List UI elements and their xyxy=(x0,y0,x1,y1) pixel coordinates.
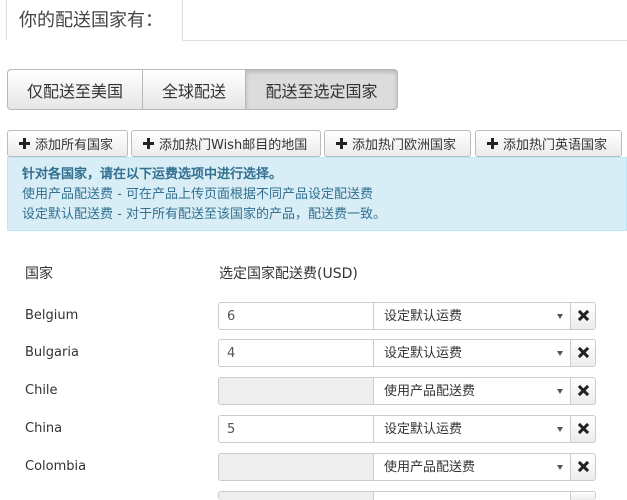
add-popular-english-label: 添加热门英语国家 xyxy=(503,138,608,153)
shipping-info-alert: 针对各国家，请在以下运费选项中进行选择。 使用产品配送费 - 可在产品上传页面根… xyxy=(7,157,627,231)
shipping-fee-input[interactable] xyxy=(218,415,374,443)
fee-option-value: 使用产品配送费 xyxy=(384,384,476,399)
x-icon xyxy=(578,461,589,472)
fee-option-select[interactable]: 设定默认运费 xyxy=(373,339,571,367)
mode-worldwide-button[interactable]: 全球配送 xyxy=(142,69,246,110)
remove-country-button[interactable] xyxy=(570,339,596,367)
info-line-default-fee: 设定默认配送费 - 对于所有配送至该国家的产品，配送费一致。 xyxy=(22,207,386,222)
fee-option-select[interactable]: 设定默认运费 xyxy=(373,302,571,330)
header-divider xyxy=(182,40,627,41)
header: 你的配送国家有： xyxy=(0,0,627,41)
fee-option-value: 设定默认运费 xyxy=(384,309,463,324)
add-popular-wish-destinations-button[interactable]: 添加热门Wish邮目的地国 xyxy=(131,130,321,157)
page-title: 你的配送国家有： xyxy=(6,0,183,41)
remove-country-button[interactable] xyxy=(570,415,596,443)
remove-country-button[interactable] xyxy=(570,453,596,481)
column-header-country: 国家 xyxy=(25,266,53,282)
fee-option-select[interactable]: 使用产品配送费 xyxy=(373,453,571,481)
country-name: Colombia xyxy=(25,459,87,474)
mode-us-only-button[interactable]: 仅配送至美国 xyxy=(7,69,143,110)
caret-down-icon xyxy=(557,389,563,394)
plus-icon xyxy=(336,138,347,149)
fee-option-select[interactable]: 设定默认运费 xyxy=(373,415,571,443)
add-popular-europe-label: 添加热门欧洲国家 xyxy=(352,138,457,153)
shipping-mode-toggle: 仅配送至美国 全球配送 配送至选定国家 xyxy=(7,69,398,110)
country-name: Chile xyxy=(25,383,58,398)
info-line-product-fee: 使用产品配送费 - 可在产品上传页面根据不同产品设定配送费 xyxy=(22,187,373,202)
shipping-fee-input xyxy=(218,377,374,405)
caret-down-icon xyxy=(557,427,563,432)
add-all-countries-button[interactable]: 添加所有国家 xyxy=(7,130,128,157)
x-icon xyxy=(578,347,589,358)
x-icon xyxy=(578,385,589,396)
country-name: Bulgaria xyxy=(25,345,79,360)
add-popular-wish-destinations-label: 添加热门Wish邮目的地国 xyxy=(159,138,308,153)
caret-down-icon xyxy=(557,465,563,470)
shipping-fee-input[interactable] xyxy=(218,302,374,330)
shipping-fee-input[interactable] xyxy=(218,339,374,367)
mode-selected-countries-button[interactable]: 配送至选定国家 xyxy=(245,69,398,110)
country-name: Belgium xyxy=(25,308,79,323)
caret-down-icon xyxy=(557,314,563,319)
plus-icon xyxy=(19,138,30,149)
fee-option-value: 设定默认运费 xyxy=(384,422,463,437)
remove-country-button[interactable] xyxy=(570,302,596,330)
shipping-fee-input-partial xyxy=(218,491,374,500)
fee-option-select[interactable]: 使用产品配送费 xyxy=(373,377,571,405)
x-icon xyxy=(578,423,589,434)
fee-option-value: 设定默认运费 xyxy=(384,346,463,361)
info-heading: 针对各国家，请在以下运费选项中进行选择。 xyxy=(22,167,283,182)
plus-icon xyxy=(143,138,154,149)
country-name: China xyxy=(25,421,63,436)
add-popular-europe-button[interactable]: 添加热门欧洲国家 xyxy=(324,130,471,157)
x-icon xyxy=(578,310,589,321)
remove-country-button-partial xyxy=(570,491,596,500)
add-popular-english-button[interactable]: 添加热门英语国家 xyxy=(475,130,622,157)
fee-option-select-partial xyxy=(373,491,571,500)
remove-country-button[interactable] xyxy=(570,377,596,405)
fee-option-value: 使用产品配送费 xyxy=(384,460,476,475)
column-header-fee: 选定国家配送费(USD) xyxy=(219,266,358,282)
add-all-countries-label: 添加所有国家 xyxy=(35,138,114,153)
plus-icon xyxy=(487,138,498,149)
shipping-fee-input xyxy=(218,453,374,481)
caret-down-icon xyxy=(557,351,563,356)
